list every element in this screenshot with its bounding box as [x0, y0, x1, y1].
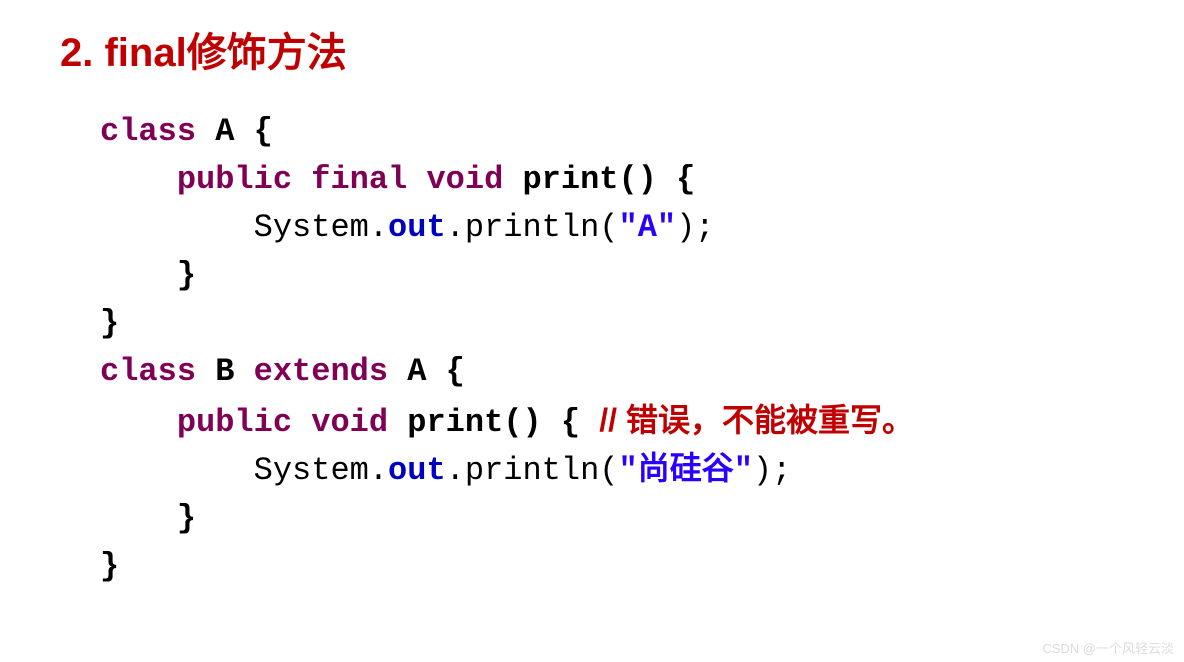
- code-block: class A { public final void print() { Sy…: [60, 108, 1124, 591]
- space: [407, 161, 426, 198]
- keyword-class: class: [100, 353, 196, 390]
- code-line: }: [100, 495, 1124, 543]
- keyword-void: void: [311, 404, 388, 441]
- text: System.: [254, 209, 388, 246]
- space: [292, 404, 311, 441]
- text: .println(: [446, 209, 619, 246]
- keyword-final: final: [311, 161, 407, 198]
- code-line: }: [100, 300, 1124, 348]
- code-line: System.out.println("A");: [100, 204, 1124, 252]
- space: [388, 404, 407, 441]
- field-out: out: [388, 452, 446, 489]
- identifier: A {: [196, 113, 273, 150]
- identifier: A {: [388, 353, 465, 390]
- text: );: [676, 209, 714, 246]
- text: .println(: [446, 452, 619, 489]
- indent: [100, 161, 177, 198]
- text: );: [753, 452, 791, 489]
- indent: [100, 209, 254, 246]
- identifier: B: [196, 353, 254, 390]
- keyword-extends: extends: [254, 353, 388, 390]
- indent: [100, 452, 254, 489]
- method-name: print() {: [407, 404, 599, 441]
- watermark: CSDN @一个风轻云淡: [1042, 638, 1174, 657]
- code-line: public void print() { // 错误，不能被重写。: [100, 396, 1124, 447]
- text: System.: [254, 452, 388, 489]
- code-line: class A {: [100, 108, 1124, 156]
- string-literal: "A": [618, 209, 676, 246]
- keyword-class: class: [100, 113, 196, 150]
- space: [292, 161, 311, 198]
- string-literal: "尚硅谷": [618, 452, 752, 489]
- keyword-public: public: [177, 404, 292, 441]
- space: [503, 161, 522, 198]
- keyword-public: public: [177, 161, 292, 198]
- field-out: out: [388, 209, 446, 246]
- code-line: System.out.println("尚硅谷");: [100, 447, 1124, 495]
- code-line: }: [100, 543, 1124, 591]
- section-heading: 2. final修饰方法: [60, 20, 1124, 78]
- error-comment: // 错误，不能被重写。: [599, 402, 914, 438]
- indent: [100, 404, 177, 441]
- keyword-void: void: [426, 161, 503, 198]
- code-line: }: [100, 252, 1124, 300]
- code-line: public final void print() {: [100, 156, 1124, 204]
- method-name: print() {: [522, 161, 695, 198]
- code-line: class B extends A {: [100, 348, 1124, 396]
